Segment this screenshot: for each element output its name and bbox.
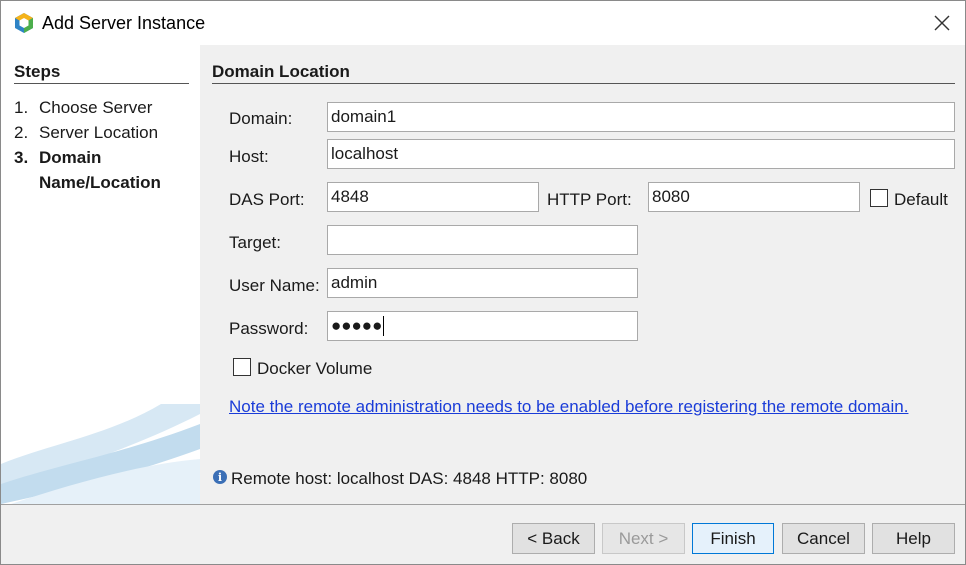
panel-divider	[212, 83, 955, 84]
default-checkbox-label[interactable]: Default	[894, 190, 948, 210]
domain-label: Domain:	[229, 109, 293, 128]
user-name-field[interactable]: admin	[327, 268, 638, 298]
text-caret	[383, 316, 385, 336]
password-value: ●●●●●	[331, 316, 383, 335]
decorative-swoosh-graphic	[1, 404, 200, 504]
panel-title: Domain Location	[212, 62, 350, 81]
step-number: 2.	[14, 123, 29, 142]
domain-field[interactable]: domain1	[327, 102, 955, 132]
help-button[interactable]: Help	[872, 523, 955, 554]
step-number: 3.	[14, 148, 29, 167]
step-label: Server Location	[39, 123, 159, 142]
host-field[interactable]: localhost	[327, 139, 955, 169]
remote-admin-note-link[interactable]: Note the remote administration needs to …	[229, 397, 908, 417]
dialog-window: Add Server Instance Steps 1. Choose Serve…	[0, 0, 966, 565]
cancel-button[interactable]: Cancel	[782, 523, 865, 554]
finish-button[interactable]: Finish	[692, 523, 774, 554]
step-label: Choose Server	[39, 98, 153, 117]
steps-divider	[14, 83, 189, 84]
close-button[interactable]	[919, 1, 965, 45]
host-label: Host:	[229, 147, 269, 166]
step-item-server-location: 2. Server Location	[14, 123, 158, 143]
window-title: Add Server Instance	[42, 13, 206, 33]
next-button[interactable]: Next >	[602, 523, 685, 554]
default-checkbox[interactable]	[870, 189, 888, 207]
target-label: Target:	[229, 233, 281, 252]
steps-header: Steps	[14, 62, 61, 81]
docker-volume-label[interactable]: Docker Volume	[257, 359, 372, 379]
user-name-label: User Name:	[229, 276, 320, 295]
title-bar: Add Server Instance	[1, 1, 965, 45]
password-field[interactable]: ●●●●●	[327, 311, 638, 341]
info-icon: i	[213, 470, 227, 484]
status-text: Remote host: localhost DAS: 4848 HTTP: 8…	[231, 469, 588, 488]
back-button[interactable]: < Back	[512, 523, 595, 554]
step-label-continued: Name/Location	[39, 173, 161, 192]
close-icon	[934, 15, 950, 31]
steps-panel: Steps 1. Choose Server 2. Server Location …	[1, 45, 200, 504]
step-item-choose-server: 1. Choose Server	[14, 98, 152, 118]
das-port-field[interactable]: 4848	[327, 182, 539, 212]
target-field[interactable]	[327, 225, 638, 255]
das-port-label: DAS Port:	[229, 190, 305, 209]
step-label: Domain	[39, 148, 102, 167]
docker-volume-checkbox[interactable]	[233, 358, 251, 376]
password-label: Password:	[229, 319, 309, 338]
http-port-field[interactable]: 8080	[648, 182, 860, 212]
domain-location-panel: Domain Location Domain: domain1 Host: lo…	[200, 45, 965, 504]
netbeans-logo-icon	[15, 13, 33, 33]
button-bar: < Back Next > Finish Cancel Help	[1, 505, 965, 564]
http-port-label: HTTP Port:	[547, 190, 632, 209]
step-item-domain-location: 3. Domain	[14, 148, 101, 168]
step-number: 1.	[14, 98, 29, 117]
